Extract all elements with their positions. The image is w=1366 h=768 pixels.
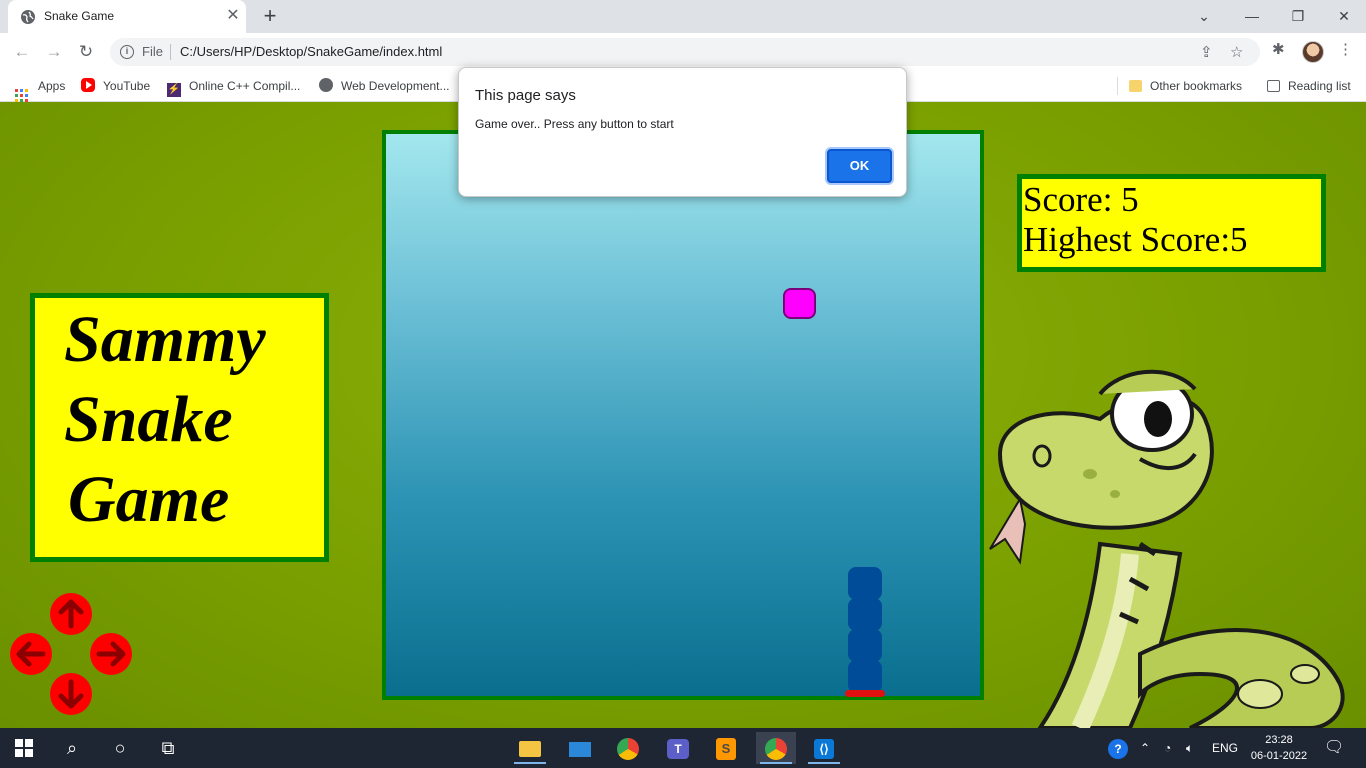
bookmark-youtube[interactable]: YouTube (81, 77, 150, 95)
browser-tab-strip: Snake Game ✕ + ⌄ — ❐ ✕ (0, 0, 1366, 33)
bookmark-label: Other bookmarks (1150, 79, 1243, 93)
ok-button[interactable]: OK (827, 149, 892, 183)
snake-segment (848, 598, 882, 631)
browser-tab[interactable]: Snake Game ✕ (8, 0, 246, 33)
active-indicator (808, 762, 840, 764)
bookmark-star-icon[interactable]: ☆ (1230, 43, 1243, 61)
alert-dialog: This page says Game over.. Press any but… (458, 67, 907, 197)
snake-segment (848, 567, 882, 600)
game-title-panel: Sammy Snake Game (30, 293, 329, 562)
mail-icon[interactable] (560, 732, 600, 764)
share-icon[interactable]: ⇪ (1200, 43, 1213, 61)
taskbar-clock[interactable]: 23:28 06-01-2022 (1248, 732, 1310, 764)
close-tab-icon[interactable]: ✕ (224, 7, 242, 25)
tab-title: Snake Game (44, 9, 115, 23)
youtube-icon (81, 78, 95, 92)
back-arrow-icon[interactable]: ← (10, 40, 34, 64)
reload-icon[interactable]: ↻ (74, 40, 98, 64)
new-tab-button[interactable]: + (258, 5, 282, 29)
url-text[interactable]: C:/Users/HP/Desktop/SnakeGame/index.html (180, 44, 442, 59)
menu-kebab-icon[interactable]: ⋮ (1338, 40, 1353, 58)
arrow-down-icon (58, 679, 84, 709)
bookmark-label: YouTube (103, 79, 151, 93)
highest-score-text: Highest Score:5 (1023, 220, 1248, 259)
minimize-button[interactable]: — (1238, 4, 1266, 28)
chrome-profile-icon[interactable] (756, 732, 796, 764)
snake-mascot-illustration (989, 369, 1345, 728)
title-line-3: Game (68, 463, 230, 536)
notification-center-icon[interactable]: 🗨︎ (1324, 728, 1344, 768)
language-indicator[interactable]: ENG (1212, 728, 1238, 768)
arrow-left-icon (16, 641, 46, 667)
tray-chevron-up-icon[interactable]: ⌃ (1140, 728, 1150, 768)
sublime-text-icon[interactable]: S (706, 732, 746, 764)
bookmark-label: Web Development... (341, 79, 450, 93)
windows-taskbar: ⌕ ○ ⧉ T S ⟨⟩ ? ⌃ ◔ 🔈︎ ENG 23:28 06-01-20… (0, 728, 1366, 768)
close-window-button[interactable]: ✕ (1330, 4, 1358, 28)
clock-date: 06-01-2022 (1250, 750, 1308, 762)
game-board[interactable] (382, 130, 984, 700)
omnibox-divider (170, 44, 171, 60)
snake-segment (848, 660, 882, 693)
globe-icon (319, 78, 333, 92)
wifi-icon[interactable]: ◔ (1164, 728, 1171, 768)
dialog-message: Game over.. Press any button to start (475, 117, 674, 131)
browser-toolbar: ← → ↻ i File C:/Users/HP/Desktop/SnakeGa… (0, 33, 1366, 71)
down-arrow-button[interactable] (50, 673, 92, 715)
teams-icon[interactable]: T (658, 732, 698, 764)
active-indicator (760, 762, 792, 764)
arrow-right-icon (96, 641, 126, 667)
bolt-icon: ⚡ (167, 83, 181, 97)
reading-list-label: Reading list (1288, 79, 1351, 93)
help-icon[interactable]: ? (1108, 728, 1128, 768)
title-line-1: Sammy (64, 303, 266, 376)
snake-segment (848, 629, 882, 662)
bookmark-web-development[interactable]: Web Development... (319, 77, 450, 95)
arrow-up-icon (58, 599, 84, 629)
apps-grid-icon (15, 89, 28, 102)
forward-arrow-icon[interactable]: → (42, 40, 66, 64)
score-text: Score: 5 (1023, 180, 1139, 219)
reading-list-icon (1267, 80, 1280, 92)
info-icon[interactable]: i (120, 45, 134, 59)
vscode-icon[interactable]: ⟨⟩ (804, 732, 844, 764)
clock-time: 23:28 (1265, 734, 1293, 746)
tab-search-chevron-icon[interactable]: ⌄ (1190, 4, 1218, 28)
reading-list-button[interactable]: Reading list (1267, 77, 1351, 95)
restore-button[interactable]: ❐ (1284, 4, 1312, 28)
chrome-icon[interactable] (608, 732, 648, 764)
address-bar[interactable]: i File C:/Users/HP/Desktop/SnakeGame/ind… (110, 38, 1260, 66)
snake-tail (845, 690, 885, 697)
score-panel: Score: 5 Highest Score:5 (1017, 174, 1326, 272)
bookmark-apps[interactable]: Apps (15, 77, 66, 102)
profile-avatar[interactable] (1302, 41, 1324, 63)
folder-icon (1129, 80, 1142, 92)
bookmark-online-compiler[interactable]: ⚡ Online C++ Compil... (167, 77, 301, 97)
left-arrow-button[interactable] (10, 633, 52, 675)
volume-icon[interactable]: 🔈︎ (1186, 728, 1193, 768)
active-indicator (514, 762, 546, 764)
bookmark-label: Apps (38, 79, 66, 93)
windows-start-icon[interactable] (4, 732, 44, 764)
scheme-label: File (142, 44, 163, 59)
dialog-title: This page says (475, 87, 576, 104)
cortana-icon[interactable]: ○ (100, 732, 140, 764)
search-icon[interactable]: ⌕ (52, 732, 92, 764)
bookmarks-divider (1117, 77, 1118, 95)
bookmark-label: Online C++ Compil... (189, 79, 301, 93)
file-explorer-icon[interactable] (510, 732, 550, 764)
up-arrow-button[interactable] (50, 593, 92, 635)
right-arrow-button[interactable] (90, 633, 132, 675)
globe-icon (21, 10, 35, 24)
food-item (783, 288, 816, 319)
extensions-puzzle-icon[interactable]: ✱ (1272, 40, 1285, 58)
title-line-2: Snake (64, 383, 233, 456)
bookmark-other-bookmarks[interactable]: Other bookmarks (1129, 77, 1242, 95)
task-view-icon[interactable]: ⧉ (148, 732, 188, 764)
